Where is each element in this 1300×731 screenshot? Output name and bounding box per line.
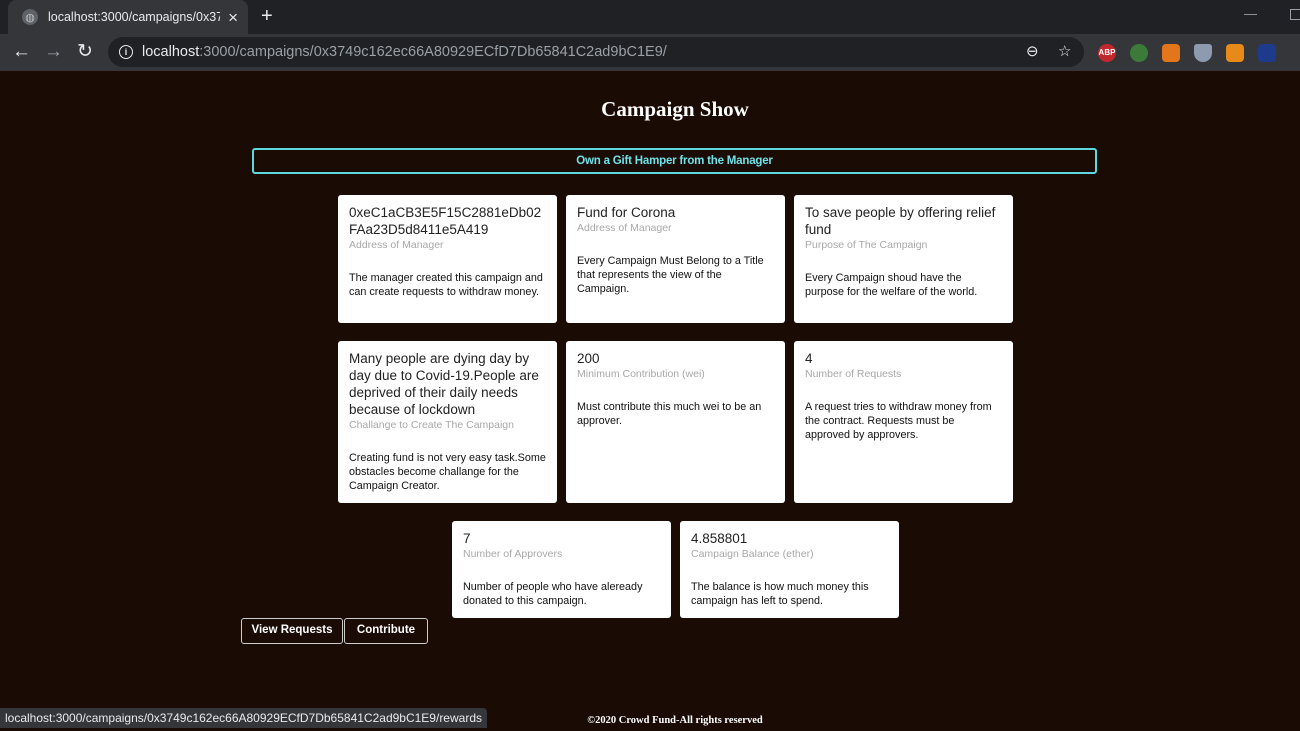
- card-description: A request tries to withdraw money from t…: [805, 401, 992, 441]
- card-number-of-approvers: 7 Number of Approvers Number of people w…: [452, 521, 671, 618]
- status-bar-url: localhost:3000/campaigns/0x3749c162ec66A…: [0, 708, 487, 728]
- url-text[interactable]: localhost:3000/campaigns/0x3749c162ec66A…: [142, 44, 667, 60]
- card-meta: Address of Manager: [577, 222, 672, 234]
- extension-orange-icon[interactable]: [1226, 44, 1244, 62]
- card-meta: Address of Manager: [349, 239, 444, 251]
- card-challenge: Many people are dying day by day due to …: [338, 341, 557, 503]
- extension-green-icon[interactable]: [1130, 44, 1148, 62]
- card-title: Fund for Corona Address of Manager Every…: [566, 195, 785, 323]
- shield-extension-icon[interactable]: [1194, 44, 1212, 62]
- card-description: Number of people who have aleready donat…: [463, 581, 643, 607]
- card-meta: Minimum Contribution (wei): [577, 368, 705, 380]
- adblock-extension-icon[interactable]: ABP: [1098, 44, 1116, 62]
- gift-hamper-button[interactable]: Own a Gift Hamper from the Manager: [252, 148, 1097, 174]
- card-meta: Number of Requests: [805, 368, 902, 380]
- card-meta: Campaign Balance (ether): [691, 548, 814, 560]
- forward-arrow-icon[interactable]: →: [44, 40, 63, 64]
- card-description: Must contribute this much wei to be an a…: [577, 401, 762, 427]
- card-description: The balance is how much money this campa…: [691, 581, 869, 607]
- card-description: The manager created this campaign and ca…: [349, 272, 543, 298]
- card-header: 0xeC1aCB3E5F15C2881eDb02FAa23D5d8411e5A4…: [349, 205, 542, 237]
- card-header: 200: [577, 351, 600, 366]
- browser-tab[interactable]: ◍ localhost:3000/campaigns/0x374 ×: [8, 0, 248, 34]
- maximize-window-icon[interactable]: [1290, 9, 1300, 20]
- card-minimum-contribution: 200 Minimum Contribution (wei) Must cont…: [566, 341, 785, 503]
- bookmark-star-icon[interactable]: ☆: [1058, 42, 1071, 60]
- info-icon[interactable]: i: [119, 45, 133, 59]
- card-purpose: To save people by offering relief fund P…: [794, 195, 1013, 323]
- card-meta: Purpose of The Campaign: [805, 239, 928, 251]
- metamask-fox-icon[interactable]: [1162, 44, 1180, 62]
- browser-toolbar: ← → ↻ i localhost:3000/campaigns/0x3749c…: [0, 34, 1300, 71]
- card-header: 4.858801: [691, 531, 748, 546]
- card-header: Fund for Corona: [577, 205, 676, 220]
- card-campaign-balance: 4.858801 Campaign Balance (ether) The ba…: [680, 521, 899, 618]
- close-tab-icon[interactable]: ×: [228, 9, 238, 26]
- card-header: 4: [805, 351, 813, 366]
- card-description: Every Campaign shoud have the purpose fo…: [805, 272, 978, 298]
- contribute-button[interactable]: Contribute: [344, 618, 428, 644]
- card-header: 7: [463, 531, 471, 546]
- card-header: Many people are dying day by day due to …: [349, 351, 539, 417]
- card-meta: Number of Approvers: [463, 548, 563, 560]
- new-tab-button[interactable]: +: [261, 6, 273, 26]
- card-header: To save people by offering relief fund: [805, 205, 996, 237]
- address-bar[interactable]: i localhost:3000/campaigns/0x3749c162ec6…: [108, 37, 1084, 67]
- card-meta: Challange to Create The Campaign: [349, 419, 514, 431]
- page-title: Campaign Show: [601, 97, 749, 121]
- zoom-icon[interactable]: ⊖: [1026, 42, 1039, 60]
- tab-strip: ◍ localhost:3000/campaigns/0x374 × + —: [0, 0, 1300, 34]
- reload-icon[interactable]: ↻: [77, 40, 93, 64]
- minimize-window-icon[interactable]: —: [1244, 6, 1257, 21]
- card-number-of-requests: 4 Number of Requests A request tries to …: [794, 341, 1013, 503]
- tab-title: localhost:3000/campaigns/0x374: [48, 10, 221, 24]
- extension-blue-icon[interactable]: [1258, 44, 1276, 62]
- card-description: Every Campaign Must Belong to a Title th…: [577, 255, 764, 295]
- card-manager-address: 0xeC1aCB3E5F15C2881eDb02FAa23D5d8411e5A4…: [338, 195, 557, 323]
- globe-icon: ◍: [22, 9, 38, 25]
- view-requests-button[interactable]: View Requests: [241, 618, 343, 644]
- back-arrow-icon[interactable]: ←: [12, 40, 31, 64]
- card-description: Creating fund is not very easy task.Some…: [349, 452, 546, 492]
